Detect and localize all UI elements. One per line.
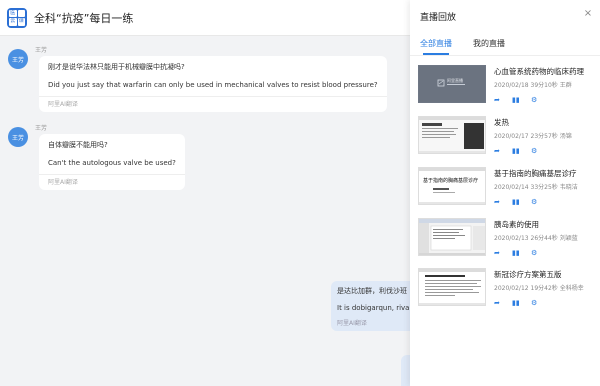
translation-label: 阿里AI翻译 <box>48 179 78 186</box>
share-icon[interactable]: ➦ <box>494 299 500 307</box>
replay-item[interactable]: 新冠诊疗方案第五版 2020/02/12 19分42秒 全科杨幸 ➦ ▮▮ ⚙ <box>418 268 594 314</box>
tab-my-live[interactable]: 我的直播 <box>473 38 505 49</box>
replay-duration: 39分10秒 <box>530 82 558 89</box>
message-text-zh: 是达比加群，利伐沙班 <box>337 287 407 295</box>
share-icon[interactable]: ➦ <box>494 147 500 155</box>
replay-duration: 26分44秒 <box>530 235 558 242</box>
message-bubble: 刚才是说华法林只能用于机械瓣膜中抗凝吗? Did you just say th… <box>39 56 387 112</box>
message-text-en: It is dobigarqun, rivaro <box>337 304 417 312</box>
close-icon[interactable]: × <box>582 8 594 20</box>
stats-icon[interactable]: ▮▮ <box>512 249 520 257</box>
settings-icon[interactable]: ⚙ <box>531 147 537 155</box>
share-icon[interactable]: ➦ <box>494 249 500 257</box>
share-icon[interactable]: ➦ <box>494 96 500 104</box>
video-thumbnail[interactable]: 阿里直播 <box>418 65 486 103</box>
replay-meta: 2020/02/18 39分10秒 王群 <box>494 80 572 89</box>
logo-char: 云 <box>9 18 17 26</box>
replay-meta: 2020/02/13 26分44秒 刘颖蓝 <box>494 233 578 242</box>
replay-meta: 2020/02/17 23分57秒 汤锦 <box>494 131 572 140</box>
replay-meta: 2020/02/14 33分25秒 韦晓洁 <box>494 182 578 191</box>
replay-date: 2020/02/18 <box>494 82 529 89</box>
replay-title: 心血管系统药物的临床药理 <box>494 67 584 76</box>
share-icon[interactable]: ➦ <box>494 198 500 206</box>
sender-name: 王芳 <box>35 47 48 54</box>
replay-duration: 23分57秒 <box>530 133 558 140</box>
replay-item[interactable]: 基于指南的胸痛基层诊疗 基于指南的胸痛基层诊疗 2020/02/14 33分25… <box>418 167 594 213</box>
video-thumbnail[interactable]: 基于指南的胸痛基层诊疗 <box>418 167 486 205</box>
replay-item[interactable]: 阿里直播 心血管系统药物的临床药理 2020/02/18 39分10秒 王群 ➦… <box>418 65 594 111</box>
translation-label: 阿里AI翻译 <box>48 101 78 108</box>
logo-char: 医 <box>9 9 17 17</box>
replay-title: 基于指南的胸痛基层诊疗 <box>494 169 577 178</box>
replay-item[interactable]: 胰岛素的使用 2020/02/13 26分44秒 刘颖蓝 ➦ ▮▮ ⚙ <box>418 218 594 264</box>
replay-date: 2020/02/12 <box>494 285 529 292</box>
translation-label: 阿里AI翻译 <box>337 320 367 327</box>
thumbnail-image <box>419 219 485 255</box>
replay-date: 2020/02/14 <box>494 184 529 191</box>
video-thumbnail[interactable] <box>418 218 486 256</box>
message-bubble: 自体瓣膜不能用吗? Can't the autologous valve be … <box>39 134 185 190</box>
replay-date: 2020/02/17 <box>494 133 529 140</box>
sender-name: 王芳 <box>35 125 48 132</box>
avatar[interactable]: 王芳 <box>8 127 28 147</box>
replay-speaker: 全科杨幸 <box>559 285 584 292</box>
thumbnail-image: 阿里直播 <box>419 66 485 102</box>
message-text-zh: 刚才是说华法林只能用于机械瓣膜中抗凝吗? <box>48 63 185 71</box>
replay-speaker: 王群 <box>559 82 572 89</box>
thumbnail-image: 基于指南的胸痛基层诊疗 <box>419 168 485 204</box>
message-text-zh: 自体瓣膜不能用吗? <box>48 141 108 149</box>
thumbnail-text: 阿里直播 <box>447 77 463 83</box>
thumbnail-image <box>419 269 485 305</box>
thumbnail-image <box>419 117 485 153</box>
message-text-en: Can't the autologous valve be used? <box>48 159 176 167</box>
settings-icon[interactable]: ⚙ <box>531 96 537 104</box>
panel-title: 直播回放 <box>420 13 457 23</box>
stats-icon[interactable]: ▮▮ <box>512 299 520 307</box>
replay-duration: 19分42秒 <box>530 285 558 292</box>
replay-speaker: 刘颖蓝 <box>559 235 578 242</box>
replay-meta: 2020/02/12 19分42秒 全科杨幸 <box>494 283 584 292</box>
active-tab-indicator <box>423 53 449 55</box>
app-title: 全科“抗疫”每日一练 <box>34 11 134 25</box>
stats-icon[interactable]: ▮▮ <box>512 198 520 206</box>
logo-char: 课 <box>17 18 25 26</box>
replay-item[interactable]: 发热 2020/02/17 23分57秒 汤锦 ➦ ▮▮ ⚙ <box>418 116 594 162</box>
stats-icon[interactable]: ▮▮ <box>512 147 520 155</box>
stats-icon[interactable]: ▮▮ <box>512 96 520 104</box>
video-thumbnail[interactable] <box>418 116 486 154</box>
replay-speaker: 韦晓洁 <box>559 184 578 191</box>
settings-icon[interactable]: ⚙ <box>531 299 537 307</box>
replay-title: 胰岛素的使用 <box>494 220 539 229</box>
replay-duration: 33分25秒 <box>530 184 558 191</box>
replay-title: 新冠诊疗方案第五版 <box>494 270 562 279</box>
thumbnail-text: 基于指南的胸痛基层诊疗 <box>423 177 478 184</box>
replay-speaker: 汤锦 <box>559 133 572 140</box>
tab-all-live[interactable]: 全部直播 <box>420 38 452 49</box>
avatar[interactable]: 王芳 <box>8 49 28 69</box>
replay-title: 发热 <box>494 118 509 127</box>
app-logo: 医 云 课 <box>7 7 27 28</box>
tab-bar: 全部直播 我的直播 <box>410 30 600 56</box>
message-text-en: Did you just say that warfarin can only … <box>48 81 378 89</box>
settings-icon[interactable]: ⚙ <box>531 198 537 206</box>
replay-date: 2020/02/13 <box>494 235 529 242</box>
outgoing-message-bubble: 是达比加群，利伐沙班 It is dobigarqun, rivaro 阿里AI… <box>331 281 421 331</box>
live-replay-panel: 直播回放 × 全部直播 我的直播 阿里直播 心血管系统药物的临床药理 2020/… <box>410 0 600 386</box>
settings-icon[interactable]: ⚙ <box>531 249 537 257</box>
logo-char <box>17 9 25 17</box>
video-thumbnail[interactable] <box>418 268 486 306</box>
